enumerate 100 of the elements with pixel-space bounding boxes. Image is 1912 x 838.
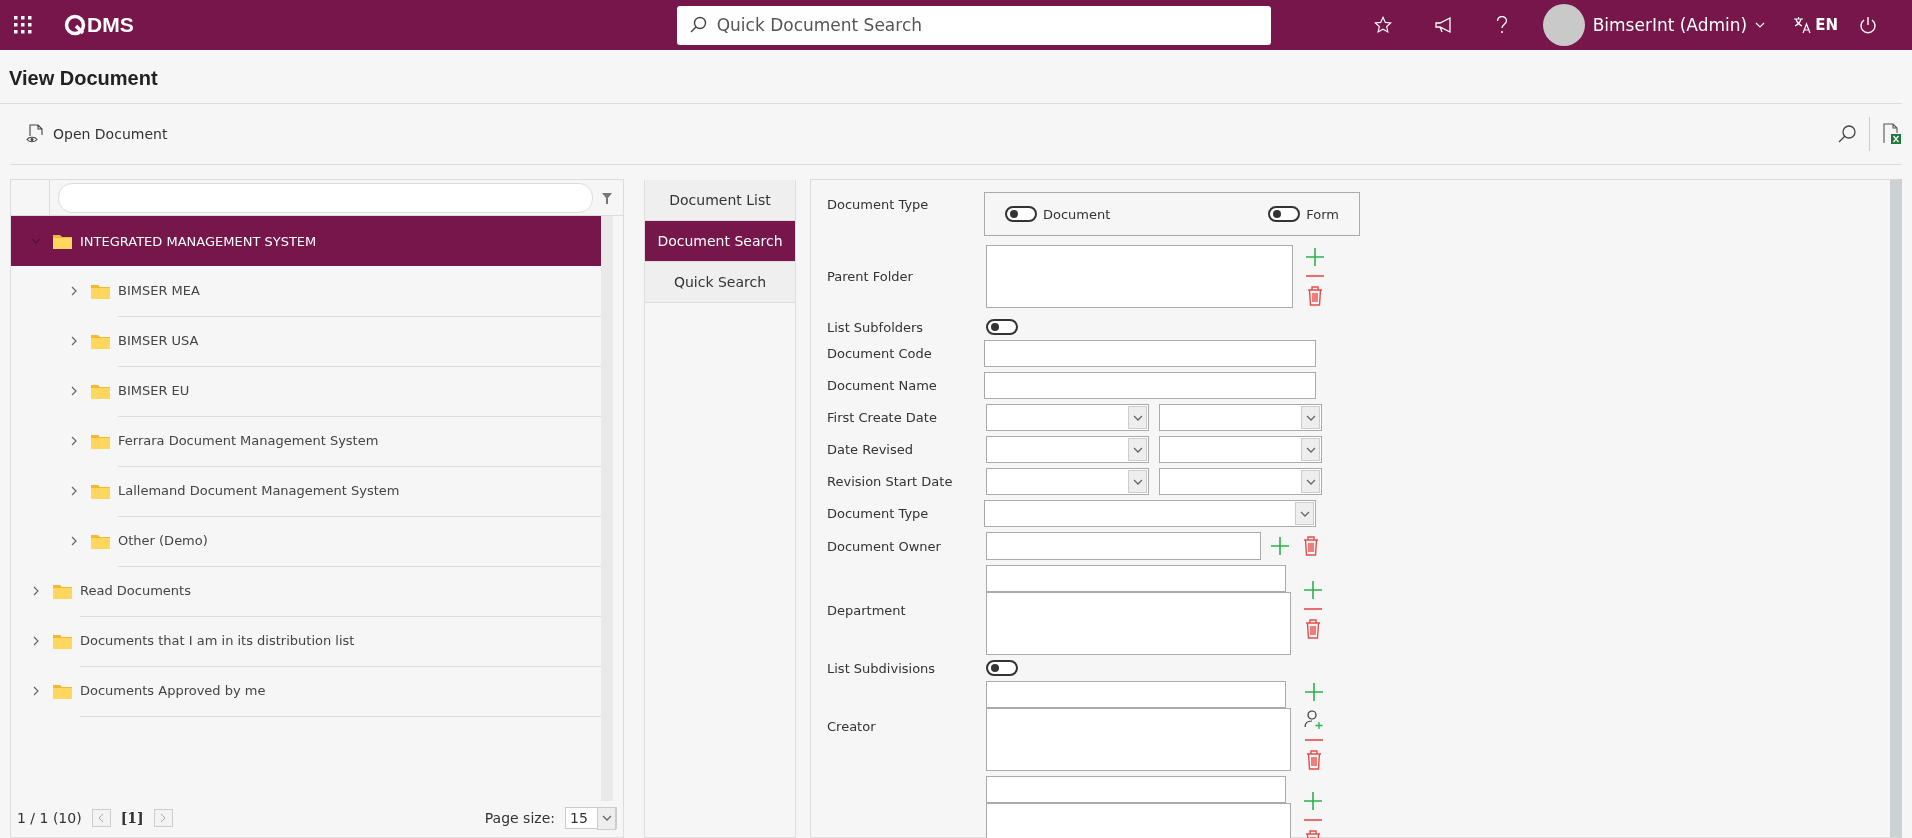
caret-icon: [1132, 478, 1143, 485]
dropdown-button[interactable]: [1301, 470, 1320, 493]
field-label: Revision Start Date: [827, 474, 953, 489]
field-label: Document Type: [827, 197, 929, 212]
search-field[interactable]: Quick Document Search: [676, 5, 1271, 45]
text-field[interactable]: [984, 372, 1316, 399]
select-field[interactable]: [984, 500, 1316, 527]
chevron-right-icon[interactable]: [31, 686, 41, 696]
document-eye-icon: [26, 124, 46, 144]
tree-item[interactable]: BIMSER EU: [11, 366, 601, 416]
field-label: List Subdivisions: [827, 660, 936, 676]
chevron-right-icon[interactable]: [31, 636, 41, 646]
toggle-switch[interactable]: [1005, 206, 1037, 222]
dropdown-button[interactable]: [597, 806, 616, 830]
folder-icon: [53, 233, 72, 249]
date-picker[interactable]: [1159, 436, 1322, 463]
field-label: Department: [827, 602, 906, 618]
dropdown-button[interactable]: [1295, 502, 1314, 525]
tree-item[interactable]: Other (Demo): [11, 516, 601, 566]
chevron-left-icon: [98, 813, 105, 823]
date-picker[interactable]: [986, 404, 1149, 431]
chevron-right-icon[interactable]: [69, 286, 79, 296]
trash-icon[interactable]: [1307, 285, 1323, 306]
tree-item[interactable]: BIMSER USA: [11, 316, 601, 366]
plus-icon[interactable]: [1304, 792, 1322, 810]
chevron-right-icon[interactable]: [69, 386, 79, 396]
plus-icon[interactable]: [1271, 537, 1289, 555]
chevron-down-icon[interactable]: [31, 236, 41, 246]
chevron-right-icon[interactable]: [69, 536, 79, 546]
field-label: Document Owner: [827, 538, 941, 554]
apps-grid-icon[interactable]: [14, 16, 32, 34]
plus-icon[interactable]: [1305, 682, 1323, 701]
text-field[interactable]: [984, 340, 1316, 367]
search-icon[interactable]: [1837, 124, 1857, 144]
trash-icon[interactable]: [1305, 619, 1321, 639]
caret-icon: [1305, 414, 1316, 421]
toggle-switch[interactable]: [986, 319, 1018, 335]
tree-item[interactable]: Documents that I am in its distribution list: [11, 616, 601, 666]
toggle-label: Form: [1306, 206, 1339, 222]
current-page[interactable]: [1]: [120, 810, 144, 826]
text-field[interactable]: [986, 776, 1286, 803]
user-menu[interactable]: BimserInt (Admin): [1592, 15, 1766, 35]
filter-icon[interactable]: [601, 190, 613, 205]
tab[interactable]: Quick Search: [645, 262, 795, 303]
previous-page-button[interactable]: [91, 809, 111, 827]
folder-icon: [53, 683, 72, 699]
toggle-switch[interactable]: [986, 660, 1018, 676]
minus-icon[interactable]: [1305, 738, 1323, 741]
tree-item[interactable]: Ferrara Document Management System: [11, 416, 601, 466]
date-picker[interactable]: [986, 436, 1149, 463]
folder-icon: [91, 533, 110, 549]
trash-icon[interactable]: [1306, 749, 1322, 770]
date-picker[interactable]: [986, 468, 1149, 495]
plus-icon[interactable]: [1306, 247, 1324, 266]
toggle-switch[interactable]: [1268, 206, 1301, 222]
dropdown-button[interactable]: [1301, 406, 1320, 429]
help-icon[interactable]: [1495, 16, 1508, 34]
chevron-right-icon[interactable]: [69, 486, 79, 496]
page-size-select[interactable]: 15: [565, 807, 617, 829]
caret-icon: [1755, 22, 1766, 28]
date-picker[interactable]: [1159, 404, 1322, 431]
caret-icon: [1132, 446, 1143, 453]
power-icon[interactable]: [1859, 16, 1877, 34]
text-field[interactable]: [986, 532, 1261, 560]
tree-item[interactable]: BIMSER MEA: [11, 266, 601, 316]
dropdown-button[interactable]: [1128, 470, 1147, 493]
language-selector[interactable]: EN: [1793, 16, 1838, 34]
date-picker[interactable]: [1159, 468, 1322, 495]
chevron-right-icon[interactable]: [69, 436, 79, 446]
dropdown-button[interactable]: [1128, 438, 1147, 461]
next-page-button[interactable]: [153, 809, 173, 827]
open-document-button[interactable]: Open Document: [10, 124, 184, 144]
tab[interactable]: Document Search: [645, 221, 795, 262]
tab[interactable]: Document List: [645, 180, 795, 221]
star-icon[interactable]: [1373, 16, 1392, 34]
dropdown-button[interactable]: [1128, 406, 1147, 429]
tree-item[interactable]: Read Documents: [11, 566, 601, 616]
tree-item[interactable]: Documents Approved by me: [11, 666, 601, 716]
caret-icon: [1132, 414, 1143, 421]
chevron-right-icon[interactable]: [69, 336, 79, 346]
field-label: First Create Date: [827, 410, 937, 425]
chevron-right-icon[interactable]: [31, 586, 41, 596]
translate-icon: [1793, 16, 1812, 34]
dropdown-button[interactable]: [1301, 438, 1320, 461]
page-summary: 1 / 1 (10): [17, 810, 82, 826]
plus-icon[interactable]: [1304, 581, 1322, 599]
trash-icon[interactable]: [1303, 536, 1319, 556]
tree-item[interactable]: Lallemand Document Management System: [11, 466, 601, 516]
tree-item[interactable]: INTEGRATED MANAGEMENT SYSTEM: [11, 216, 601, 266]
excel-export-icon[interactable]: [1882, 123, 1902, 145]
minus-icon[interactable]: [1306, 274, 1324, 277]
folder-icon: [91, 483, 110, 499]
add-user-icon[interactable]: [1304, 709, 1324, 730]
field-label: Document Type: [827, 506, 929, 521]
page-title: View Document: [0, 50, 1902, 104]
text-field[interactable]: [986, 681, 1286, 708]
user-avatar[interactable]: [1542, 4, 1585, 46]
text-field[interactable]: [986, 565, 1286, 592]
megaphone-icon[interactable]: [1433, 16, 1454, 34]
field-label: Creator: [827, 718, 876, 734]
